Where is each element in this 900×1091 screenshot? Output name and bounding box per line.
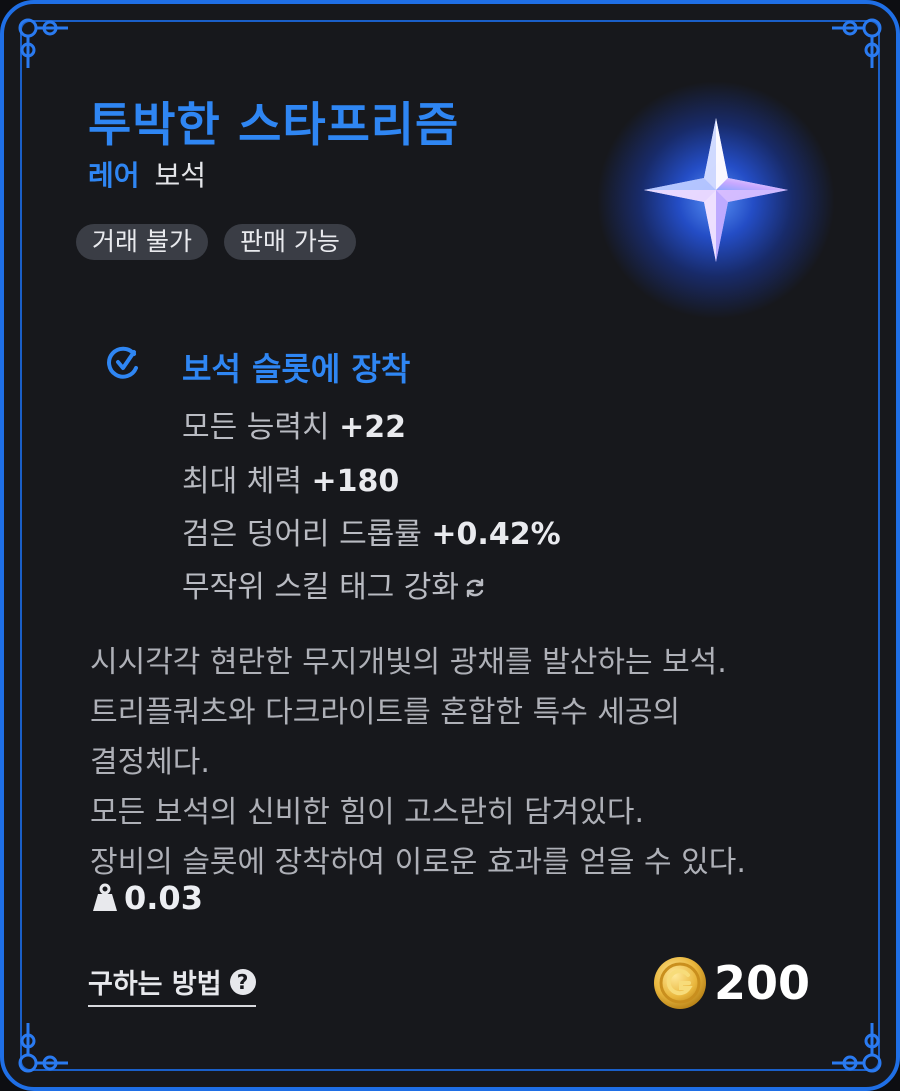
tag-untradeable: 거래 불가 xyxy=(76,224,208,260)
help-icon: ? xyxy=(229,968,256,995)
item-description: 시시각각 현란한 무지개빛의 광채를 발산하는 보석. 트리플쿼츠와 다크라이트… xyxy=(90,638,830,888)
gold-coin-icon xyxy=(653,957,706,1009)
stat-value: +22 xyxy=(339,410,406,445)
item-weight: 0.03 xyxy=(92,879,203,917)
refresh-icon xyxy=(466,578,484,598)
description-line: 시시각각 현란한 무지개빛의 광채를 발산하는 보석. xyxy=(90,645,727,680)
stat-line: 검은 덩어리 드롭률 +0.42% xyxy=(182,509,561,553)
stat-label: 검은 덩어리 드롭률 xyxy=(182,517,422,552)
item-image xyxy=(596,80,836,320)
description-line: 트리플쿼츠와 다크라이트를 혼합한 특수 세공의 xyxy=(90,695,681,730)
stat-label: 무작위 스킬 태그 강화 xyxy=(182,570,460,605)
item-subtitle: 레어 보석 xyxy=(88,154,206,194)
effect-title: 보석 슬롯에 장착 xyxy=(182,350,411,388)
stat-label: 모든 능력치 xyxy=(182,410,330,445)
sell-price: 200 xyxy=(652,955,810,1011)
stat-value: +180 xyxy=(311,464,400,499)
corner-ornament-icon xyxy=(18,1023,68,1073)
description-line: 모든 보석의 신비한 힘이 고스란히 담겨있다. xyxy=(90,795,645,830)
price-value: 200 xyxy=(713,956,810,1010)
equip-slot-icon xyxy=(107,346,138,379)
stat-value: +0.42% xyxy=(431,517,561,552)
how-to-obtain-label: 구하는 방법 xyxy=(88,969,222,1000)
rarity-label: 레어 xyxy=(88,159,140,192)
item-name: 투박한 스타프리즘 xyxy=(88,98,460,153)
stat-line: 무작위 스킬 태그 강화 xyxy=(182,562,487,606)
item-type-label: 보석 xyxy=(154,159,206,192)
weight-value: 0.03 xyxy=(124,879,203,917)
weight-icon xyxy=(93,883,117,911)
stat-label: 최대 체력 xyxy=(182,464,302,499)
how-to-obtain-link[interactable]: 구하는 방법 ? xyxy=(88,962,256,1007)
corner-ornament-icon xyxy=(832,18,882,68)
item-tooltip-card: 투박한 스타프리즘 레어 보석 거래 불가 판매 가능 보석 슬롯에 장착 모든… xyxy=(0,0,900,1091)
stat-line: 최대 체력 +180 xyxy=(182,456,399,500)
description-line: 결정체다. xyxy=(90,745,210,780)
stat-line: 모든 능력치 +22 xyxy=(182,402,406,446)
tag-sellable: 판매 가능 xyxy=(223,224,356,260)
star-prism-gem-icon xyxy=(644,118,788,262)
corner-ornament-icon xyxy=(832,1023,882,1073)
corner-ornament-icon xyxy=(18,18,68,68)
item-tags: 거래 불가 판매 가능 xyxy=(76,224,356,260)
